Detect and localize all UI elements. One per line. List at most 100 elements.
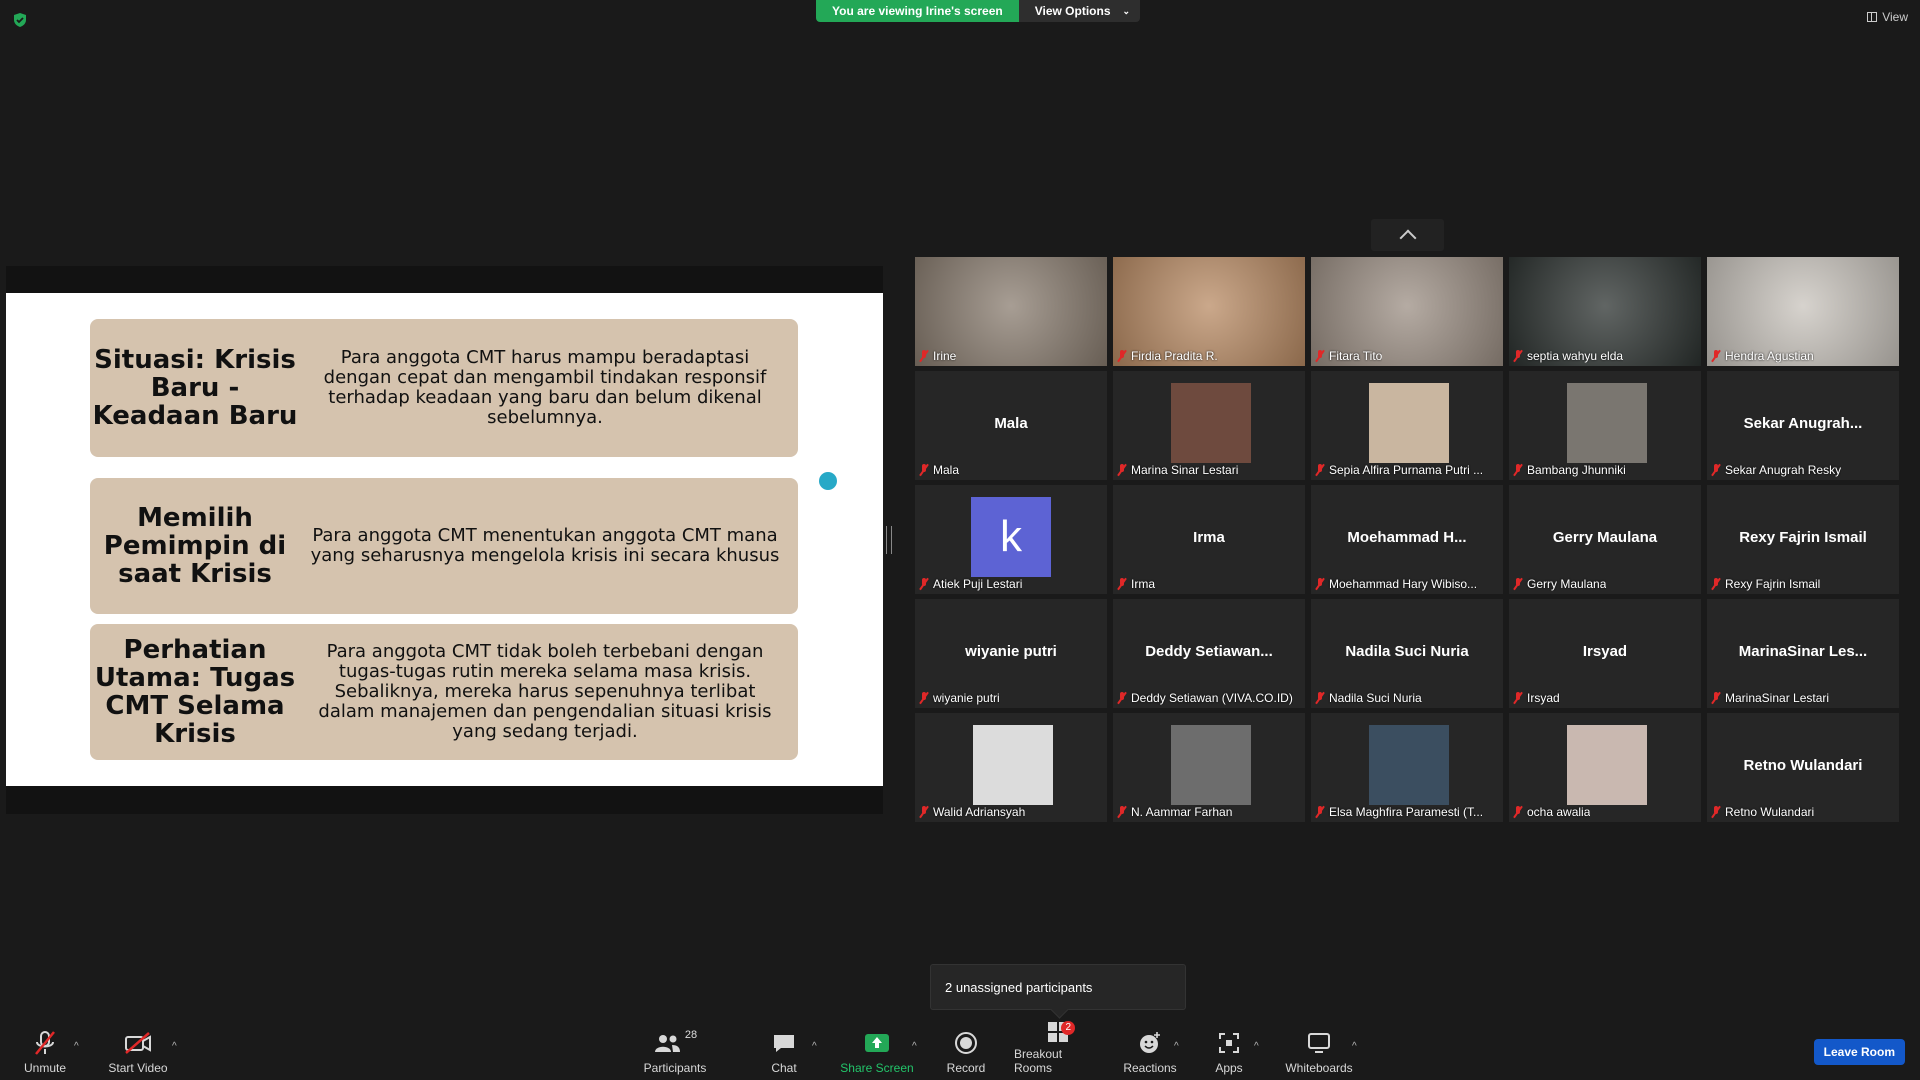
microphone-muted-icon xyxy=(33,1029,57,1057)
slide-row-heading: Situasi: Krisis Baru - Keadaan Baru xyxy=(92,345,298,431)
breakout-rooms-badge: 2 xyxy=(1061,1021,1075,1035)
participant-display-name: Mala xyxy=(994,415,1028,432)
viewing-screen-text: You are viewing Irine's screen xyxy=(816,0,1019,22)
participant-tile[interactable]: MarinaSinar Les... MarinaSinar Lestari xyxy=(1707,599,1899,708)
audio-options-caret[interactable]: ^ xyxy=(74,1041,79,1052)
participant-tile[interactable]: Rexy Fajrin Ismail Rexy Fajrin Ismail xyxy=(1707,485,1899,594)
microphone-muted-icon xyxy=(919,806,929,818)
apps-options-caret[interactable]: ^ xyxy=(1254,1041,1259,1052)
participant-tile[interactable]: septia wahyu elda xyxy=(1509,257,1701,366)
breakout-rooms-button[interactable]: 2 Breakout Rooms xyxy=(1014,1021,1102,1080)
participant-name-label: Marina Sinar Lestari xyxy=(1117,463,1238,477)
share-options-caret[interactable]: ^ xyxy=(912,1041,917,1052)
participant-tile[interactable]: Nadila Suci Nuria Nadila Suci Nuria xyxy=(1311,599,1503,708)
whiteboards-label: Whiteboards xyxy=(1285,1061,1353,1075)
participant-tile[interactable]: Sekar Anugrah... Sekar Anugrah Resky xyxy=(1707,371,1899,480)
participant-name-label: MarinaSinar Lestari xyxy=(1711,691,1829,705)
participant-tile[interactable]: Fitara Tito xyxy=(1311,257,1503,366)
slide-row: Memilih Pemimpin di saat Krisis Para ang… xyxy=(90,478,798,614)
participant-avatar xyxy=(1369,383,1449,463)
share-screen-button[interactable]: Share Screen xyxy=(840,1022,914,1080)
participant-tile[interactable]: Irine xyxy=(915,257,1107,366)
whiteboards-button[interactable]: Whiteboards xyxy=(1282,1022,1356,1080)
participant-tile[interactable]: Bambang Jhunniki xyxy=(1509,371,1701,480)
participant-avatar xyxy=(1171,725,1251,805)
participant-display-name: Rexy Fajrin Ismail xyxy=(1739,529,1867,546)
participant-tile[interactable]: Retno Wulandari Retno Wulandari xyxy=(1707,713,1899,822)
participant-avatar xyxy=(1171,383,1251,463)
participant-tile[interactable]: Marina Sinar Lestari xyxy=(1113,371,1305,480)
slide-row-heading: Perhatian Utama: Tugas CMT Selama Krisis xyxy=(94,635,296,749)
security-shield-icon[interactable] xyxy=(12,12,28,28)
chevron-up-icon xyxy=(1399,229,1416,247)
microphone-muted-icon xyxy=(1117,692,1127,704)
participant-tile[interactable]: Gerry Maulana Gerry Maulana xyxy=(1509,485,1701,594)
split-view-resize-handle[interactable] xyxy=(886,526,892,554)
participant-tile[interactable]: Hendra Agustian xyxy=(1707,257,1899,366)
participant-name-label: Atiek Puji Lestari xyxy=(919,577,1022,591)
participant-tile[interactable]: ocha awalia xyxy=(1509,713,1701,822)
chat-options-caret[interactable]: ^ xyxy=(812,1041,817,1052)
slide-row-text: Para anggota CMT harus mampu beradaptasi… xyxy=(323,347,767,428)
participant-tile[interactable]: k Atiek Puji Lestari xyxy=(915,485,1107,594)
participant-tile[interactable]: Elsa Maghfira Paramesti (T... xyxy=(1311,713,1503,822)
breakout-unassigned-popover[interactable]: 2 unassigned participants xyxy=(930,964,1186,1010)
microphone-muted-icon xyxy=(919,464,929,476)
record-label: Record xyxy=(946,1061,986,1075)
whiteboard-icon xyxy=(1307,1029,1331,1057)
start-video-label: Start Video xyxy=(108,1061,168,1075)
participant-name: Hendra Agustian xyxy=(1725,349,1814,363)
collapse-gallery-button[interactable] xyxy=(1371,219,1444,251)
slide-row: Situasi: Krisis Baru - Keadaan Baru Para… xyxy=(90,319,798,457)
microphone-muted-icon xyxy=(1513,806,1523,818)
slide-row-text: Para anggota CMT tidak boleh terbebani d… xyxy=(318,641,772,742)
reactions-options-caret[interactable]: ^ xyxy=(1174,1041,1179,1052)
participants-button[interactable]: 28 Participants xyxy=(642,1022,708,1080)
participant-tile[interactable]: Irsyad Irsyad xyxy=(1509,599,1701,708)
participant-gallery: Irine Firdia Pradita R. Fitara Tito septia … xyxy=(915,257,1899,822)
chat-bubble-icon xyxy=(772,1029,796,1057)
participant-name-label: ocha awalia xyxy=(1513,805,1590,819)
participant-tile[interactable]: Sepia Alfira Purnama Putri ... xyxy=(1311,371,1503,480)
participant-name-label: Nadila Suci Nuria xyxy=(1315,691,1422,705)
share-screen-label: Share Screen xyxy=(840,1061,914,1075)
video-options-caret[interactable]: ^ xyxy=(172,1041,177,1052)
participant-tile[interactable]: Deddy Setiawan... Deddy Setiawan (VIVA.CO… xyxy=(1113,599,1305,708)
participant-name: Fitara Tito xyxy=(1329,349,1383,363)
microphone-muted-icon xyxy=(919,692,929,704)
participant-tile[interactable]: Mala Mala xyxy=(915,371,1107,480)
participant-name: Irine xyxy=(933,349,957,363)
participant-name: Sekar Anugrah Resky xyxy=(1725,463,1842,477)
participant-tile[interactable]: Walid Adriansyah xyxy=(915,713,1107,822)
participant-display-name: Retno Wulandari xyxy=(1743,757,1863,774)
reactions-button[interactable]: Reactions xyxy=(1123,1022,1177,1080)
leave-room-button[interactable]: Leave Room xyxy=(1813,1039,1905,1065)
view-options-button[interactable]: View Options ⌄ xyxy=(1018,0,1141,22)
apps-button[interactable]: Apps xyxy=(1212,1022,1246,1080)
record-icon xyxy=(954,1029,978,1057)
unassigned-participants-text: 2 unassigned participants xyxy=(945,980,1093,995)
microphone-muted-icon xyxy=(1513,692,1523,704)
whiteboards-options-caret[interactable]: ^ xyxy=(1352,1041,1357,1052)
participant-tile[interactable]: Irma Irma xyxy=(1113,485,1305,594)
unmute-button[interactable]: Unmute xyxy=(22,1022,68,1080)
start-video-button[interactable]: Start Video xyxy=(106,1022,170,1080)
presentation-slide: Situasi: Krisis Baru - Keadaan Baru Para… xyxy=(6,293,883,786)
participant-name-label: Walid Adriansyah xyxy=(919,805,1025,819)
share-screen-icon xyxy=(864,1029,890,1057)
participant-tile[interactable]: Moehammad H... Moehammad Hary Wibiso... xyxy=(1311,485,1503,594)
participant-tile[interactable]: wiyanie putri wiyanie putri xyxy=(915,599,1107,708)
view-label: View xyxy=(1882,10,1908,24)
smiley-reaction-icon xyxy=(1138,1029,1162,1057)
participant-name-label: Irma xyxy=(1117,577,1155,591)
participant-name: Deddy Setiawan (VIVA.CO.ID) xyxy=(1131,691,1293,705)
record-button[interactable]: Record xyxy=(946,1022,986,1080)
chat-button[interactable]: Chat xyxy=(766,1022,802,1080)
participant-name-label: Irsyad xyxy=(1513,691,1560,705)
participant-tile[interactable]: Firdia Pradita R. xyxy=(1113,257,1305,366)
remote-cursor-indicator xyxy=(819,472,837,490)
view-button[interactable]: View xyxy=(1867,10,1908,24)
participant-name: ocha awalia xyxy=(1527,805,1591,819)
microphone-muted-icon xyxy=(1117,578,1127,590)
participant-tile[interactable]: N. Aammar Farhan xyxy=(1113,713,1305,822)
